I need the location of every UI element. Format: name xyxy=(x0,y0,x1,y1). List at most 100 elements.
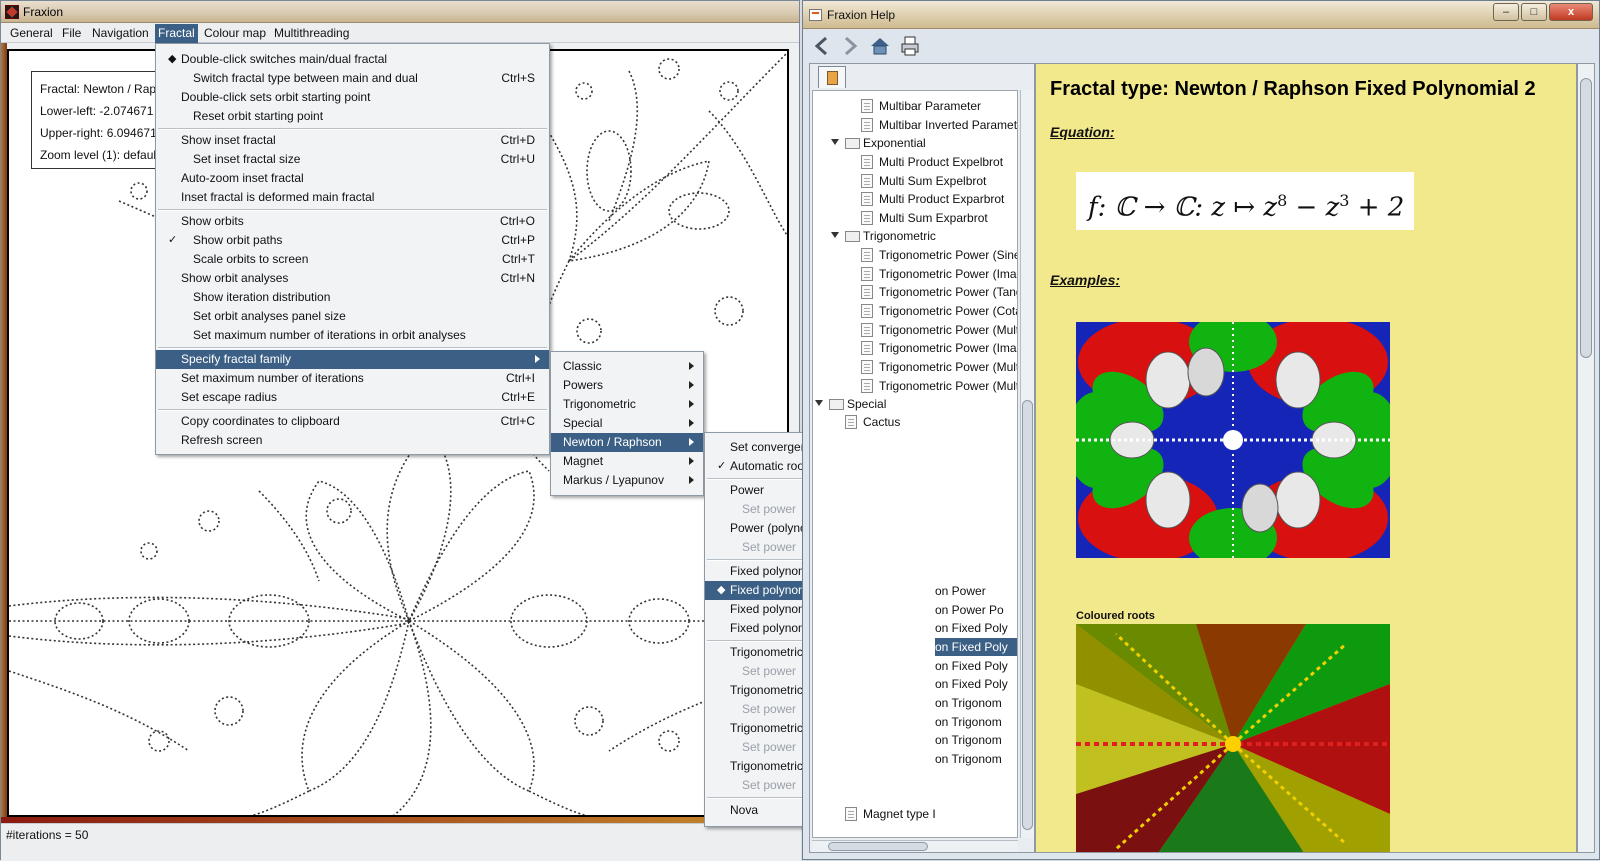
menu-item-label: Reset orbit starting point xyxy=(193,109,324,123)
menu-item-label: Set power xyxy=(742,702,797,716)
tree-item-label: Multi Product Expelbrot xyxy=(879,155,1004,169)
home-icon[interactable] xyxy=(869,35,891,57)
help-toolbar xyxy=(807,31,1597,61)
menu-item-label: Set power xyxy=(742,778,797,792)
menu-multithreading[interactable]: Multithreading xyxy=(271,26,352,43)
menu-file[interactable]: File xyxy=(59,26,84,43)
menu-navigation[interactable]: Navigation xyxy=(89,26,152,43)
checkmark-icon: ✓ xyxy=(717,460,727,472)
tree-item-label: on Fixed Poly xyxy=(935,659,1008,673)
menu-item-label: Trigonometric xyxy=(563,397,636,411)
example-caption: Coloured roots xyxy=(1076,610,1155,622)
help-titlebar[interactable]: Fraxion Help – □ x xyxy=(803,1,1599,29)
menu-colour-map[interactable]: Colour map xyxy=(201,26,269,43)
menu-item-show-iteration-distribution[interactable]: Show iteration distribution xyxy=(156,288,549,307)
expanded-triangle-icon[interactable] xyxy=(815,400,823,406)
menu-item-show-orbit-paths[interactable]: ✓ Show orbit paths Ctrl+P xyxy=(156,231,549,250)
menu-item-shortcut: Ctrl+E xyxy=(501,390,535,404)
menu-item-specify-fractal-family[interactable]: Specify fractal family xyxy=(156,350,549,369)
menu-item-double-click-orbit[interactable]: Double-click sets orbit starting point xyxy=(156,88,549,107)
tree-item-label: Trigonometric Power (Sine) xyxy=(879,248,1018,262)
contents-tab[interactable] xyxy=(818,66,846,88)
menu-item-set-max-iterations[interactable]: Set maximum number of iterations Ctrl+I xyxy=(156,369,549,388)
tree-item-selected[interactable]: on Fixed Poly xyxy=(935,638,1017,656)
menu-item-copy-coordinates[interactable]: Copy coordinates to clipboard Ctrl+C xyxy=(156,412,549,431)
menu-item-label: Set maximum number of iterations in orbi… xyxy=(193,328,466,342)
main-titlebar[interactable]: Fraxion xyxy=(1,1,799,23)
tree-item-label: Magnet type I xyxy=(863,807,936,821)
help-window-title: Fraxion Help xyxy=(827,8,896,22)
menu-item-label: Special xyxy=(563,416,603,430)
menu-fractal[interactable]: Fractal xyxy=(155,24,198,44)
document-icon xyxy=(861,99,873,113)
family-markus-lyapunov[interactable]: Markus / Lyapunov xyxy=(551,471,703,490)
tree-item-label: on Trigonom xyxy=(935,752,1002,766)
tree-item-label: Trigonometric Power (Multi) xyxy=(879,379,1018,393)
close-button[interactable]: x xyxy=(1549,3,1593,21)
equation-heading: Equation: xyxy=(1050,124,1115,140)
back-arrow-icon[interactable] xyxy=(811,35,833,57)
menu-item-set-inset-size[interactable]: Set inset fractal size Ctrl+U xyxy=(156,150,549,169)
menu-item-label: Set maximum number of iterations xyxy=(181,371,364,385)
expanded-triangle-icon[interactable] xyxy=(831,232,839,238)
menu-item-label: Copy coordinates to clipboard xyxy=(181,414,340,428)
minimize-button[interactable]: – xyxy=(1493,3,1519,21)
menu-item-label: Set inset fractal size xyxy=(193,152,301,166)
tree-item-label: Multi Product Exparbrot xyxy=(879,192,1005,206)
family-special[interactable]: Special xyxy=(551,414,703,433)
expanded-triangle-icon[interactable] xyxy=(831,139,839,145)
menu-item-label: Double-click sets orbit starting point xyxy=(181,90,371,104)
menu-item-set-orbit-panel-size[interactable]: Set orbit analyses panel size xyxy=(156,307,549,326)
family-classic[interactable]: Classic xyxy=(551,357,703,376)
tree-horizontal-scrollbar[interactable] xyxy=(812,840,1018,852)
tree-scroll-thumb[interactable] xyxy=(1022,400,1033,830)
family-magnet[interactable]: Magnet xyxy=(551,452,703,471)
document-icon xyxy=(861,379,873,393)
tree-item-label: on Power Po xyxy=(935,603,1004,617)
maximize-button[interactable]: □ xyxy=(1521,3,1547,21)
menu-item-show-orbit-analyses[interactable]: Show orbit analyses Ctrl+N xyxy=(156,269,549,288)
family-trigonometric[interactable]: Trigonometric xyxy=(551,395,703,414)
menu-separator xyxy=(158,409,547,411)
print-icon[interactable] xyxy=(899,35,921,57)
fractal-family-submenu: Classic Powers Trigonometric Special New… xyxy=(550,351,704,496)
menu-item-show-orbits[interactable]: Show orbits Ctrl+O xyxy=(156,212,549,231)
menu-item-set-escape-radius[interactable]: Set escape radius Ctrl+E xyxy=(156,388,549,407)
menu-item-label: Refresh screen xyxy=(181,433,263,447)
content-scroll-thumb[interactable] xyxy=(1580,78,1592,358)
tree-vertical-scrollbar[interactable] xyxy=(1020,90,1034,838)
tree-item-label: Trigonometric Power (Imaginary) xyxy=(879,267,1017,281)
menu-item-label: Newton / Raphson xyxy=(563,435,662,449)
menu-item-switch-fractal-type[interactable]: Switch fractal type between main and dua… xyxy=(156,69,549,88)
help-contents-tree[interactable]: Multibar Parameter Multibar Inverted Par… xyxy=(812,90,1018,838)
menu-item-inset-deformed[interactable]: Inset fractal is deformed main fractal xyxy=(156,188,549,207)
main-window-title: Fraxion xyxy=(23,5,64,19)
document-icon xyxy=(861,192,873,206)
menu-general[interactable]: General xyxy=(7,26,56,43)
menu-item-reset-orbit[interactable]: Reset orbit starting point xyxy=(156,107,549,126)
iterations-status: #iterations = 50 xyxy=(6,828,89,842)
menu-item-double-click-switch[interactable]: ◆ Double-click switches main/dual fracta… xyxy=(156,50,549,69)
submenu-arrow-icon xyxy=(689,362,694,370)
tree-item-label: on Power xyxy=(935,584,986,598)
menu-separator xyxy=(158,347,547,349)
tree-item-label: on Fixed Poly xyxy=(935,677,1008,691)
menu-item-label: Magnet xyxy=(563,454,604,468)
submenu-arrow-icon xyxy=(689,419,694,427)
tree-item-label: on Trigonom xyxy=(935,696,1002,710)
menu-item-show-inset[interactable]: Show inset fractal Ctrl+D xyxy=(156,131,549,150)
forward-arrow-icon[interactable] xyxy=(839,35,861,57)
family-powers[interactable]: Powers xyxy=(551,376,703,395)
menu-item-auto-zoom-inset[interactable]: Auto-zoom inset fractal xyxy=(156,169,549,188)
menu-item-refresh-screen[interactable]: Refresh screen xyxy=(156,431,549,450)
help-app-icon xyxy=(809,9,822,21)
content-vertical-scrollbar[interactable] xyxy=(1577,63,1595,853)
tree-hscroll-thumb[interactable] xyxy=(828,842,928,851)
menu-item-set-max-iter-orbit[interactable]: Set maximum number of iterations in orbi… xyxy=(156,326,549,345)
menu-item-label: Double-click switches main/dual fractal xyxy=(181,52,388,66)
menu-item-label: Set power xyxy=(742,540,797,554)
family-newton-raphson[interactable]: Newton / Raphson xyxy=(551,433,703,452)
tree-item-label: Trigonometric Power (Multisine) xyxy=(879,323,1018,337)
menu-item-scale-orbits[interactable]: Scale orbits to screen Ctrl+T xyxy=(156,250,549,269)
menu-item-label: Show orbits xyxy=(181,214,244,228)
